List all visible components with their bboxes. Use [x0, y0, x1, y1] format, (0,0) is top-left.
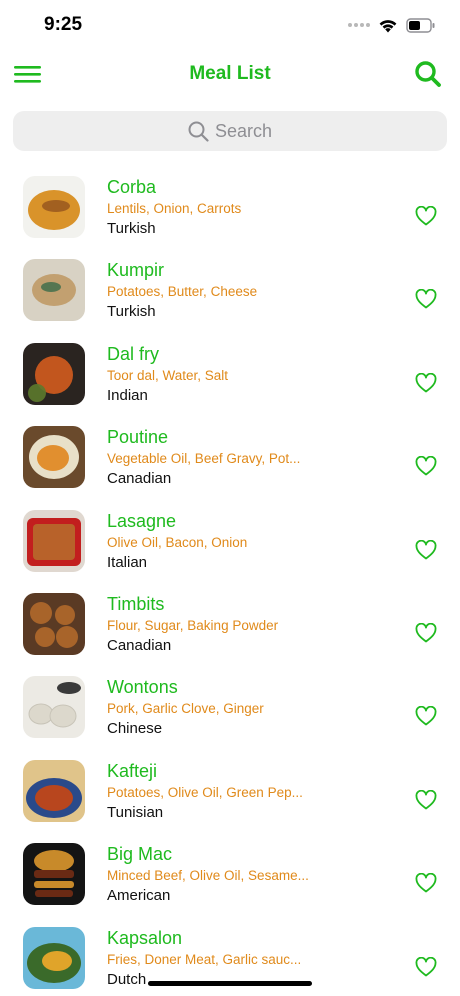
heart-icon[interactable]: [415, 789, 437, 810]
meal-thumbnail: [23, 426, 85, 489]
battery-icon: [406, 17, 435, 33]
meal-name: Lasagne: [107, 510, 177, 531]
heart-icon[interactable]: [415, 372, 437, 393]
meal-thumbnail: [23, 509, 85, 572]
search-placeholder: Search: [214, 120, 273, 141]
meal-cuisine: Canadian: [107, 470, 172, 488]
heart-icon[interactable]: [415, 456, 437, 476]
navigation-bar: Meal List: [0, 52, 460, 96]
meal-ingredients: Potatoes, Olive Oil, Green Pep...: [107, 784, 303, 800]
meal-thumbnail: [23, 259, 85, 322]
meal-name: Timbits: [107, 593, 165, 614]
meal-thumbnail: [23, 926, 85, 989]
heart-icon[interactable]: [415, 622, 437, 643]
meal-row[interactable]: Lasagne Olive Oil, Bacon, Onion Italian: [0, 502, 460, 585]
meal-list: Corba Lentils, Onion, Carrots Turkish Ku…: [0, 168, 460, 996]
meal-row[interactable]: Poutine Vegetable Oil, Beef Gravy, Pot..…: [0, 418, 460, 501]
meal-ingredients: Potatoes, Butter, Cheese: [107, 284, 258, 300]
meal-row[interactable]: Timbits Flour, Sugar, Baking Powder Cana…: [0, 585, 460, 668]
status-bar: 9:25: [0, 0, 460, 48]
wifi-icon: [379, 19, 397, 32]
meal-cuisine: Turkish: [107, 303, 156, 321]
signal-dots-icon: [348, 23, 370, 27]
meal-row[interactable]: Big Mac Minced Beef, Olive Oil, Sesame..…: [0, 835, 460, 918]
meal-row[interactable]: Kumpir Potatoes, Butter, Cheese Turkish: [0, 251, 460, 334]
meal-ingredients: Lentils, Onion, Carrots: [107, 201, 242, 216]
meal-thumbnail: [23, 676, 85, 739]
heart-icon[interactable]: [415, 873, 437, 893]
meal-list-screen: 9:25 Meal List Search Corba Lentils, Oni…: [0, 0, 460, 996]
meal-cuisine: Italian: [107, 553, 148, 571]
search-icon[interactable]: [414, 60, 442, 88]
meal-cuisine: Turkish: [107, 220, 156, 237]
meal-ingredients: Toor dal, Water, Salt: [107, 367, 229, 383]
meal-row[interactable]: Wontons Pork, Garlic Clove, Ginger Chine…: [0, 668, 460, 751]
meal-name: Corba: [107, 177, 157, 197]
heart-icon[interactable]: [415, 539, 437, 560]
meal-thumbnail: [23, 843, 85, 906]
heart-icon[interactable]: [415, 956, 437, 977]
page-title: Meal List: [189, 63, 271, 84]
meal-name: Dal fry: [107, 343, 160, 364]
search-field-icon: [188, 121, 209, 142]
meal-ingredients: Fries, Doner Meat, Garlic sauc...: [107, 951, 302, 967]
meal-name: Kafteji: [107, 760, 158, 781]
meal-cuisine: Tunisian: [107, 803, 164, 821]
meal-ingredients: Vegetable Oil, Beef Gravy, Pot...: [107, 451, 301, 467]
meal-cuisine: Dutch: [107, 970, 147, 988]
meal-thumbnail: [23, 759, 85, 822]
meal-thumbnail: [23, 592, 85, 655]
meal-ingredients: Minced Beef, Olive Oil, Sesame...: [107, 868, 309, 884]
meal-name: Kapsalon: [107, 927, 183, 948]
meal-ingredients: Pork, Garlic Clove, Ginger: [107, 701, 264, 717]
meal-cuisine: Chinese: [107, 720, 163, 738]
heart-icon[interactable]: [415, 706, 437, 726]
meal-name: Poutine: [107, 427, 169, 448]
meal-thumbnail: [23, 176, 85, 238]
meal-row[interactable]: Corba Lentils, Onion, Carrots Turkish: [0, 168, 460, 251]
status-time: 9:25: [44, 14, 83, 35]
meal-name: Kumpir: [107, 260, 165, 281]
meal-ingredients: Flour, Sugar, Baking Powder: [107, 617, 279, 633]
meal-cuisine: Indian: [107, 386, 148, 404]
meal-thumbnail: [23, 342, 85, 405]
heart-icon[interactable]: [415, 206, 437, 226]
status-icons: [348, 15, 436, 35]
search-input[interactable]: Search: [13, 111, 447, 151]
heart-icon[interactable]: [415, 289, 437, 309]
home-indicator[interactable]: [148, 981, 312, 986]
meal-row[interactable]: Dal fry Toor dal, Water, Salt Indian: [0, 335, 460, 418]
meal-row[interactable]: Kafteji Potatoes, Olive Oil, Green Pep..…: [0, 752, 460, 835]
meal-cuisine: American: [107, 887, 171, 905]
meal-ingredients: Olive Oil, Bacon, Onion: [107, 534, 248, 550]
meal-name: Big Mac: [107, 844, 173, 865]
meal-name: Wontons: [107, 677, 178, 698]
meal-cuisine: Canadian: [107, 636, 172, 654]
